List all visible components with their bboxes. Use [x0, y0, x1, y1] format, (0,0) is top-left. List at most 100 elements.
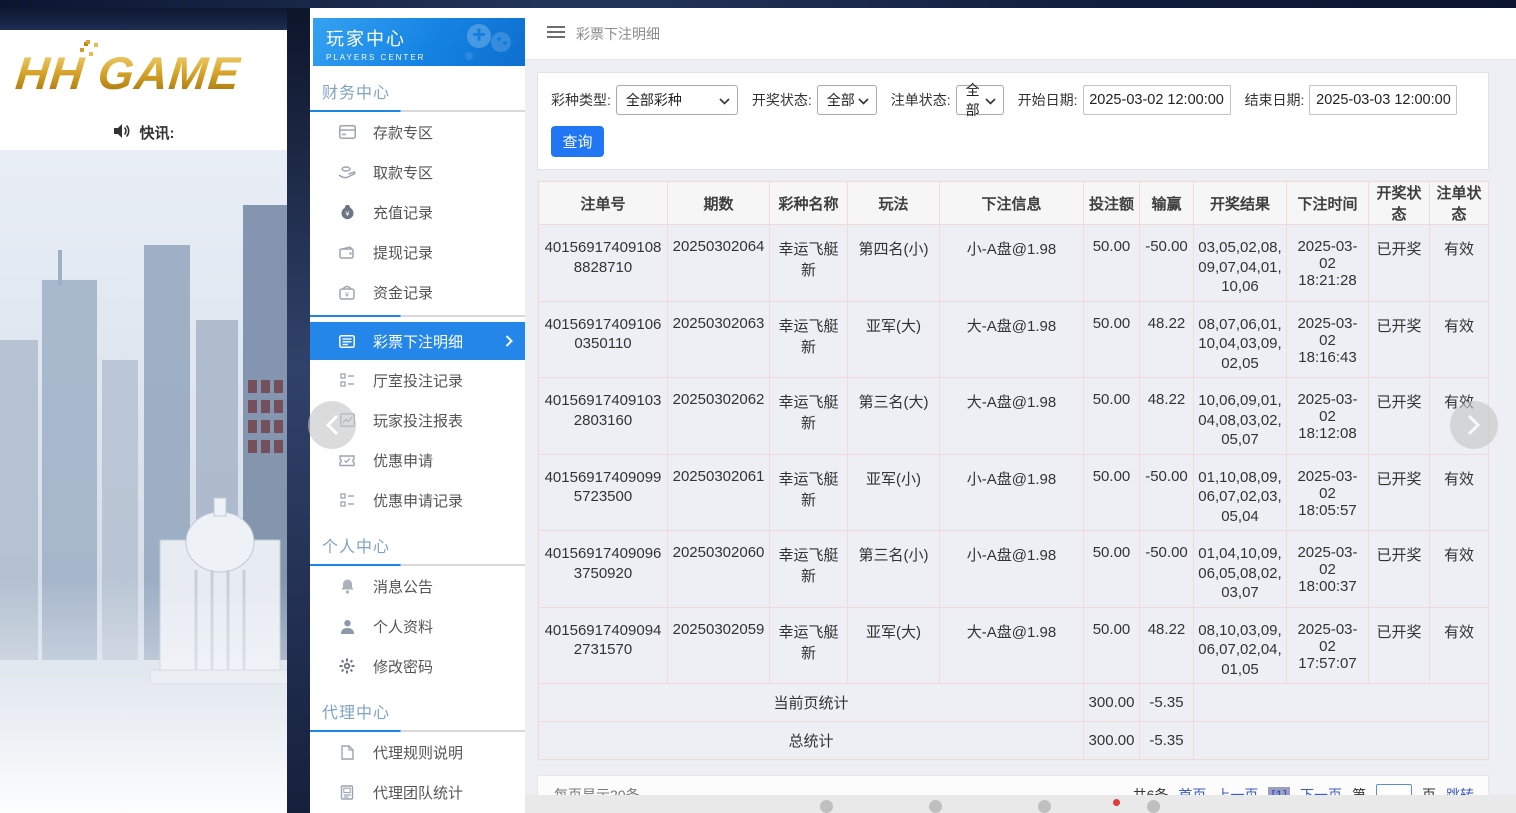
speaker-icon	[113, 123, 131, 143]
sidebar-item-label: 优惠申请记录	[373, 490, 463, 511]
summary-row-current-page: 当前页统计 300.00 -5.35	[539, 684, 1489, 722]
cell-winloss: -50.00	[1140, 225, 1194, 302]
content: 彩种类型: 全部彩种 开奖状态: 全部 注单状态: 全部	[525, 60, 1516, 813]
cell-period: 20250302063	[668, 301, 770, 378]
news-ticker-bar: 快讯:	[0, 115, 287, 150]
search-button[interactable]: 查询	[551, 126, 604, 157]
cell-winloss: -50.00	[1140, 454, 1194, 531]
table-row: 401569174091088828710 20250302064 幸运飞艇新 …	[539, 225, 1489, 302]
scroll-left-button[interactable]	[308, 401, 356, 449]
end-date-label: 结束日期:	[1245, 90, 1305, 110]
scroll-right-button[interactable]	[1450, 401, 1498, 449]
table-header-row: 注单号 期数 彩种名称 玩法 下注信息 投注额 输赢 开奖结果 下注时间 开奖状…	[539, 182, 1489, 225]
summary-row-grand-total: 总统计 300.00 -5.35	[539, 722, 1489, 760]
wallet-icon	[338, 243, 356, 261]
list-detail-icon	[338, 332, 356, 350]
svg-text:¥: ¥	[345, 211, 349, 218]
order-status-select[interactable]: 全部	[956, 85, 1004, 115]
filter-panel: 彩种类型: 全部彩种 开奖状态: 全部 注单状态: 全部	[537, 72, 1489, 170]
sidebar-item-withdrawal-record[interactable]: 提现记录	[310, 232, 525, 272]
chevron-down-icon	[858, 92, 869, 108]
cell-period: 20250302060	[668, 531, 770, 608]
footer-icon[interactable]	[820, 800, 833, 813]
end-date-input[interactable]	[1309, 85, 1457, 115]
start-date-label: 开始日期:	[1018, 90, 1078, 110]
summary-winloss-total: -5.35	[1140, 684, 1194, 722]
main-area: 彩票下注明细 彩种类型: 全部彩种 开奖状态: 全部	[525, 8, 1516, 813]
sidebar-item-profile[interactable]: 个人资料	[310, 606, 525, 646]
sidebar-item-label: 代理团队统计	[373, 782, 463, 803]
cell-draw-result: 08,10,03,09,06,07,02,04,01,05	[1194, 607, 1287, 684]
cell-order-id: 401569174091060350110	[539, 301, 668, 378]
svg-text:¥: ¥	[345, 290, 350, 299]
col-header-play-type: 玩法	[848, 182, 940, 225]
footer-strip	[525, 795, 1516, 813]
sidebar-item-label: 取款专区	[373, 162, 433, 183]
draw-status-select[interactable]: 全部	[817, 85, 877, 115]
news-label: 快讯:	[140, 122, 175, 143]
cell-play-type: 亚军(大)	[848, 607, 940, 684]
sidebar-item-label: 厅室投注记录	[373, 370, 463, 391]
cell-order-id: 401569174090995723500	[539, 454, 668, 531]
cell-order-status: 有效	[1430, 454, 1489, 531]
sidebar-item-notice[interactable]: 消息公告	[310, 566, 525, 606]
cell-draw-result: 01,04,10,09,06,05,08,02,03,07	[1194, 531, 1287, 608]
sidebar-item-lottery-bet-detail[interactable]: 彩票下注明细	[310, 322, 525, 360]
cell-bet-amount: 50.00	[1084, 454, 1140, 531]
sidebar-item-change-password[interactable]: 修改密码	[310, 646, 525, 686]
coin-purse-icon: ¥	[338, 283, 356, 301]
sidebar-item-agent-rules[interactable]: 代理规则说明	[310, 732, 525, 772]
footer-icon[interactable]	[929, 800, 942, 813]
summary-winloss-total: -5.35	[1140, 722, 1194, 760]
footer-icon[interactable]	[1147, 800, 1160, 813]
footer-icon[interactable]	[1038, 800, 1051, 813]
cell-play-type: 第四名(小)	[848, 225, 940, 302]
cell-winloss: 48.22	[1140, 607, 1194, 684]
coupon-icon	[338, 451, 356, 469]
sidebar-item-deposit[interactable]: 存款专区	[310, 112, 525, 152]
cell-lottery-name: 幸运飞艇新	[770, 531, 848, 608]
sidebar-item-funds-record[interactable]: ¥ 资金记录	[310, 272, 525, 312]
cell-bet-amount: 50.00	[1084, 607, 1140, 684]
money-bag-icon: ¥	[338, 203, 356, 221]
sidebar-item-label: 个人资料	[373, 616, 433, 637]
sidebar-item-label: 彩票下注明细	[373, 331, 463, 352]
cell-play-type: 亚军(大)	[848, 301, 940, 378]
order-status-value: 全部	[966, 80, 985, 120]
page: HH GAME 快讯:	[0, 0, 1516, 813]
chevron-down-icon	[985, 92, 996, 108]
sidebar-item-agent-team-stats[interactable]: 代理团队统计	[310, 772, 525, 812]
cell-order-id: 401569174091088828710	[539, 225, 668, 302]
start-date-input[interactable]	[1083, 85, 1231, 115]
cell-play-type: 亚军(小)	[848, 454, 940, 531]
hamburger-menu-icon[interactable]	[547, 25, 565, 42]
lottery-type-select[interactable]: 全部彩种	[616, 85, 738, 115]
cell-winloss: -50.00	[1140, 531, 1194, 608]
sidebar-item-promo-apply-record[interactable]: 优惠申请记录	[310, 480, 525, 520]
logo-band: HH GAME	[0, 30, 287, 115]
cell-order-status: 有效	[1430, 301, 1489, 378]
chevron-right-icon	[505, 334, 513, 351]
sidebar-item-hall-bet-record[interactable]: 厅室投注记录	[310, 360, 525, 400]
cell-order-status: 有效	[1430, 607, 1489, 684]
cell-bet-info: 小-A盘@1.98	[940, 454, 1084, 531]
footer-quick-icons[interactable]	[820, 800, 1160, 813]
col-header-lottery-name: 彩种名称	[770, 182, 848, 225]
sidebar-item-recharge-record[interactable]: ¥ 充值记录	[310, 192, 525, 232]
cell-bet-info: 小-A盘@1.98	[940, 531, 1084, 608]
col-header-period: 期数	[668, 182, 770, 225]
cell-period: 20250302062	[668, 378, 770, 455]
cell-bet-amount: 50.00	[1084, 378, 1140, 455]
cell-order-status: 有效	[1430, 531, 1489, 608]
list-check-icon	[338, 371, 356, 389]
cell-draw-result: 10,06,09,01,04,08,03,02,05,07	[1194, 378, 1287, 455]
cell-order-id: 401569174090963750920	[539, 531, 668, 608]
document-icon	[338, 743, 356, 761]
cell-draw-status: 已开奖	[1369, 454, 1430, 531]
summary-bet-total: 300.00	[1084, 722, 1140, 760]
section-title-personal: 个人中心	[310, 520, 525, 564]
sidebar-item-withdraw[interactable]: 取款专区	[310, 152, 525, 192]
cell-bet-info: 小-A盘@1.98	[940, 225, 1084, 302]
col-header-order-id: 注单号	[539, 182, 668, 225]
summary-empty	[1194, 722, 1489, 760]
